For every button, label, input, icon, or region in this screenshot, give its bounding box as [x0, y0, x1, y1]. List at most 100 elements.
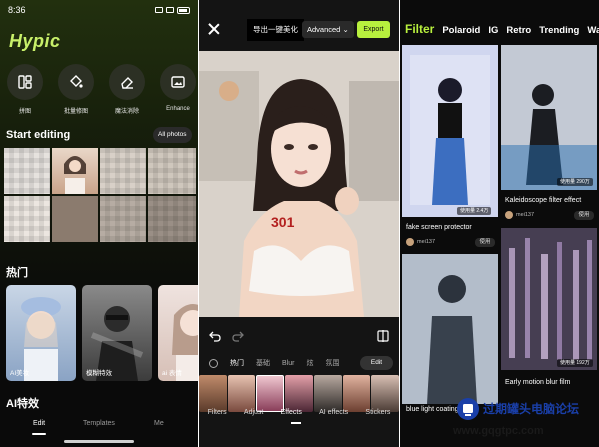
- one-tap-beautify-export[interactable]: 导出一键美化: [247, 19, 304, 41]
- photo-editor-screen: 导出一键美化 Advanced ⌄ Export 301 热门 基础 Blur …: [199, 0, 399, 447]
- tool-batch-edit[interactable]: 批量修图: [57, 64, 95, 115]
- app-logo: Hypic: [9, 31, 61, 51]
- editor-top-bar: 导出一键美化 Advanced ⌄ Export: [199, 0, 399, 50]
- filter-card-caption: fake screen protector: [406, 224, 472, 231]
- filter-thumb[interactable]: [199, 375, 227, 412]
- export-button[interactable]: Export: [357, 21, 390, 38]
- photo-thumb[interactable]: [148, 196, 196, 242]
- hypic-home-screen: 8:36 Hypic 拼图 批量修图 魔法消除 Enhance Start ed…: [0, 0, 198, 447]
- filter-card-caption: Early motion blur film: [505, 379, 571, 386]
- filter-card[interactable]: [402, 254, 498, 404]
- filter-card-image: [402, 254, 498, 404]
- filter-thumb[interactable]: [227, 375, 256, 412]
- tab-hot[interactable]: 热门: [230, 358, 244, 368]
- filter-thumbnails: [199, 375, 399, 412]
- redo-icon[interactable]: [232, 330, 244, 342]
- filter-gallery-screen: Filter Polaroid IG Retro Trending Wallp …: [400, 0, 599, 447]
- tool-collage[interactable]: 拼图: [6, 64, 44, 115]
- tab-flashy[interactable]: 炫: [306, 358, 313, 368]
- eraser-icon: [109, 64, 145, 100]
- photo-thumb[interactable]: [100, 148, 146, 194]
- bottom-navigation: Edit Templates Me: [0, 413, 198, 447]
- tool-magic-eraser[interactable]: 魔法消除: [108, 64, 146, 115]
- tab-blur[interactable]: Blur: [282, 360, 294, 367]
- watermark-text: 过期罐头电脑论坛: [483, 402, 580, 416]
- tool-enhance[interactable]: Enhance: [159, 64, 197, 115]
- battery-icon: [177, 6, 190, 14]
- start-editing-heading: Start editing: [6, 129, 71, 141]
- hot-heading: 热门: [6, 267, 28, 279]
- filter-card[interactable]: 使用量 290万: [501, 45, 597, 190]
- filter-card-image: [402, 45, 498, 217]
- filter-thumb[interactable]: [342, 375, 371, 412]
- photo-thumb[interactable]: [100, 196, 146, 242]
- bottom-tab-ai-effects[interactable]: AI effects: [319, 409, 348, 429]
- status-time: 8:36: [8, 5, 26, 15]
- photo-thumb[interactable]: [4, 148, 50, 194]
- filter-thumb[interactable]: [285, 375, 313, 412]
- use-count-badge: 使用量 290万: [557, 178, 593, 186]
- tool-batch-edit-label: 批量修图: [63, 109, 88, 115]
- site-watermark: 过期罐头电脑论坛 www.gqgtpc.com: [453, 397, 596, 441]
- editing-canvas[interactable]: 301: [199, 51, 399, 317]
- bottom-tab-stickers[interactable]: Stickers: [365, 409, 390, 429]
- tab-wallpaper[interactable]: Wallp: [587, 25, 599, 36]
- nav-me[interactable]: Me: [154, 420, 164, 427]
- portrait-photo: 301: [199, 51, 399, 317]
- nav-edit[interactable]: Edit: [33, 420, 45, 427]
- use-count-badge: 使用量 2.4万: [457, 207, 492, 215]
- image-enhance-icon: [160, 64, 196, 100]
- username: mei137: [516, 212, 535, 218]
- tool-enhance-label: Enhance: [166, 106, 190, 112]
- close-icon[interactable]: [208, 23, 220, 35]
- filter-thumb[interactable]: [256, 375, 285, 412]
- nav-active-indicator: [32, 433, 46, 435]
- use-button[interactable]: 使用: [475, 238, 495, 247]
- compare-icon[interactable]: [377, 330, 389, 342]
- chevron-down-icon: ⌄: [342, 25, 349, 34]
- tab-basic[interactable]: 基础: [256, 358, 270, 368]
- filter-card-caption: Kaleidoscope filter effect: [505, 197, 582, 204]
- tool-collage-label: 拼图: [18, 109, 31, 115]
- avatar: [406, 238, 414, 246]
- photo-thumb[interactable]: [52, 196, 98, 242]
- tab-trending[interactable]: Trending: [539, 25, 579, 36]
- bottom-tab-adjust[interactable]: Adjust: [244, 409, 263, 429]
- use-count-badge: 使用量 192万: [557, 359, 593, 367]
- tab-retro[interactable]: Retro: [506, 25, 531, 36]
- filter-card[interactable]: 使用量 2.4万: [402, 45, 498, 217]
- tab-mood[interactable]: 氛围: [325, 358, 339, 368]
- no-filter-icon[interactable]: [209, 358, 218, 368]
- signal-icon: [155, 7, 163, 13]
- filter-card-user: mei137: [505, 211, 534, 219]
- all-photos-button[interactable]: All photos: [153, 127, 192, 143]
- undo-icon[interactable]: [209, 330, 221, 342]
- tab-ig[interactable]: IG: [488, 25, 498, 36]
- filter-thumb[interactable]: [313, 375, 342, 412]
- hot-card-label: AI美妆: [10, 370, 30, 377]
- hot-card-label: 模糊特效: [86, 370, 112, 377]
- photo-thumb[interactable]: [148, 148, 196, 194]
- forum-logo-icon: [457, 398, 479, 420]
- photo-thumb[interactable]: [52, 148, 98, 194]
- status-bar: 8:36: [0, 0, 198, 20]
- avatar: [505, 211, 513, 219]
- filter-thumb[interactable]: [371, 375, 399, 412]
- tab-polaroid[interactable]: Polaroid: [442, 25, 480, 36]
- edit-filters-button[interactable]: Edit: [360, 356, 393, 370]
- filter-card-user: mei137: [406, 238, 435, 246]
- tool-magic-eraser-label: 魔法消除: [114, 109, 139, 115]
- use-button[interactable]: 使用: [574, 211, 594, 220]
- bottom-tab-filters[interactable]: Filters: [208, 409, 227, 429]
- hot-card[interactable]: ai 表情: [158, 285, 198, 381]
- nav-templates[interactable]: Templates: [83, 420, 115, 427]
- hot-card[interactable]: AI美妆: [6, 285, 76, 381]
- filter-card[interactable]: 使用量 192万: [501, 228, 597, 370]
- filter-card-image: [501, 45, 597, 190]
- bottom-tab-effects[interactable]: Effects: [281, 409, 302, 429]
- advanced-dropdown[interactable]: Advanced ⌄: [302, 21, 354, 38]
- tab-filter[interactable]: Filter: [405, 22, 434, 36]
- hot-card[interactable]: 模糊特效: [82, 285, 152, 381]
- bucket-icon: [58, 64, 94, 100]
- photo-thumb[interactable]: [4, 196, 50, 242]
